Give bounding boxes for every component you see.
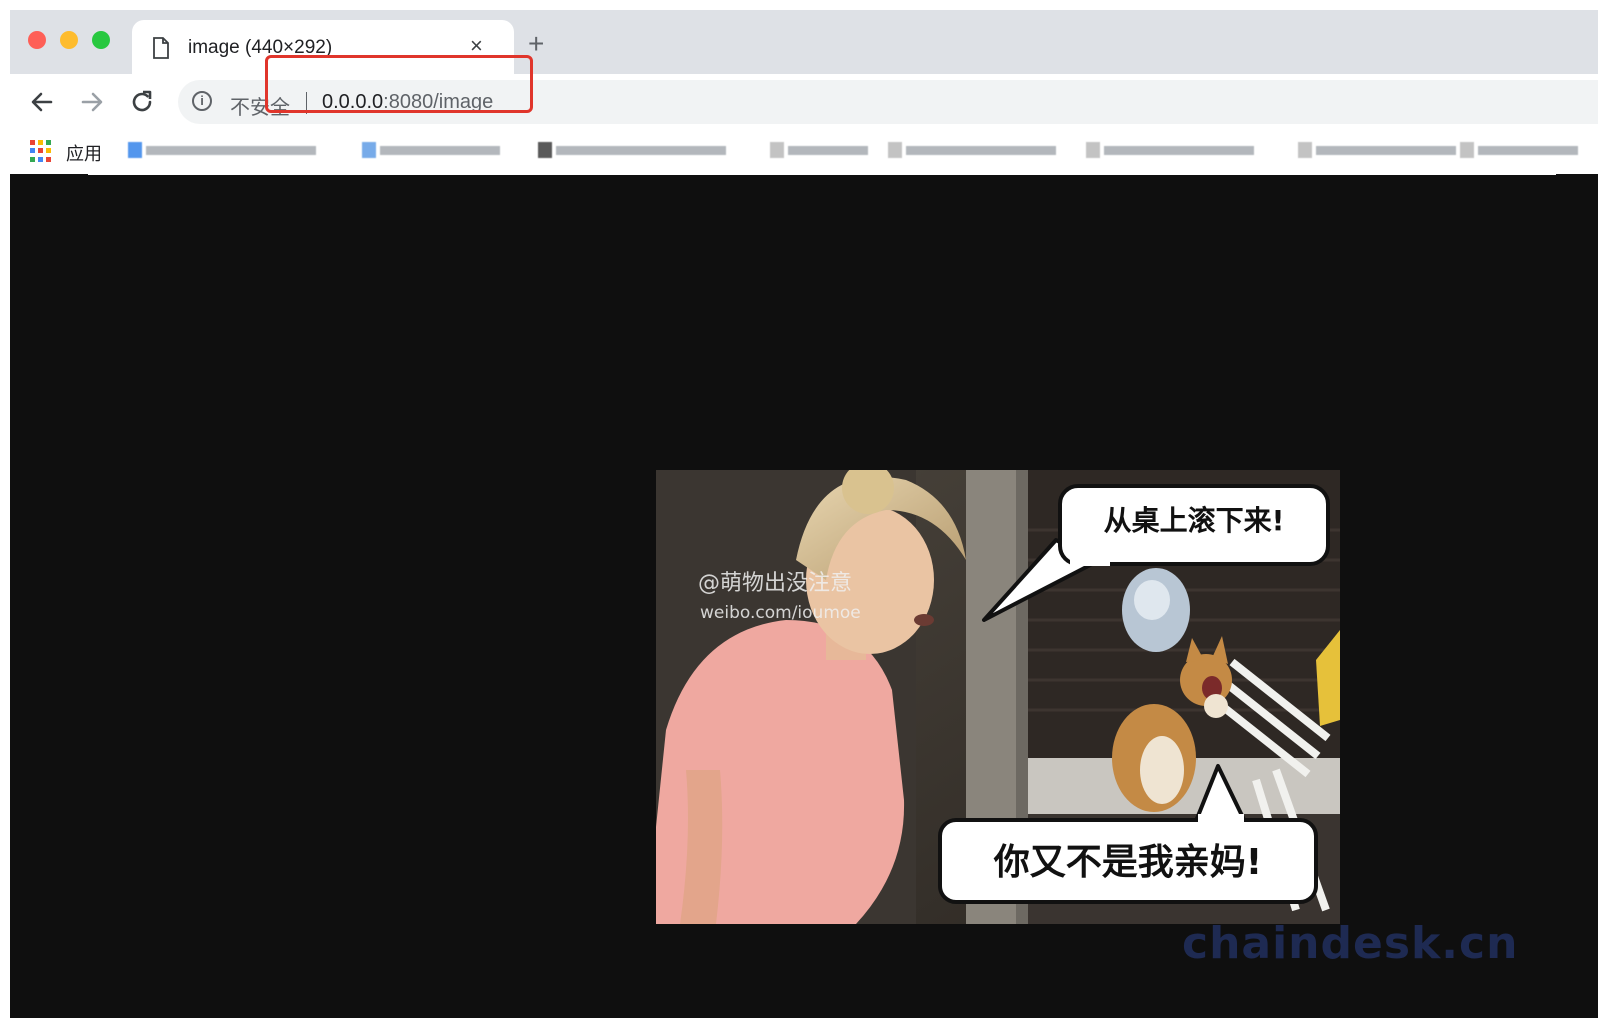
reload-icon [132, 90, 152, 112]
forward-arrow-icon [81, 92, 103, 112]
page-content: @萌物出没注意 weibo.com/ioumoe 从桌上滚下来! 你又不是我亲妈… [10, 174, 1598, 1018]
window-maximize-button[interactable] [92, 31, 110, 49]
bookmark-item[interactable] [128, 142, 316, 158]
site-watermark: chaindesk.cn [1182, 918, 1519, 969]
bookmark-item[interactable] [1298, 142, 1456, 158]
bookmark-item[interactable] [888, 142, 1056, 158]
bookmarks-bar: 应用 [10, 130, 1598, 174]
page-icon [153, 37, 169, 59]
apps-label[interactable]: 应用 [66, 140, 102, 166]
bookmark-item[interactable] [1086, 142, 1254, 158]
apps-grid-icon[interactable] [30, 140, 52, 162]
bookmark-item[interactable] [1460, 142, 1578, 158]
window-close-button[interactable] [28, 31, 46, 49]
bubble-top-text: 从桌上滚下来! [1104, 504, 1285, 537]
window-minimize-button[interactable] [60, 31, 78, 49]
image-watermark-handle: @萌物出没注意 [698, 571, 852, 596]
url-highlight-box [265, 55, 533, 113]
tab-bar: image (440×292) × + [10, 10, 1598, 76]
page-top-edge [88, 173, 1556, 175]
image-watermark-url: weibo.com/ioumoe [700, 603, 861, 623]
back-button[interactable] [24, 84, 60, 120]
bookmark-item[interactable] [362, 142, 500, 158]
bubble-bottom-text: 你又不是我亲妈! [993, 842, 1262, 883]
back-arrow-icon [31, 92, 53, 112]
bookmark-item[interactable] [538, 142, 726, 158]
reload-button[interactable] [124, 84, 160, 120]
plus-icon[interactable]: + [528, 30, 544, 58]
forward-button[interactable] [74, 84, 110, 120]
toolbar: i 不安全 0.0.0.0:8080/image [10, 74, 1598, 130]
info-icon[interactable]: i [192, 91, 212, 111]
bookmark-item[interactable] [770, 142, 868, 158]
displayed-image: @萌物出没注意 weibo.com/ioumoe 从桌上滚下来! 你又不是我亲妈… [656, 470, 1340, 924]
browser-window: image (440×292) × + i 不安全 0.0.0.0:8080/i [10, 10, 1598, 1018]
